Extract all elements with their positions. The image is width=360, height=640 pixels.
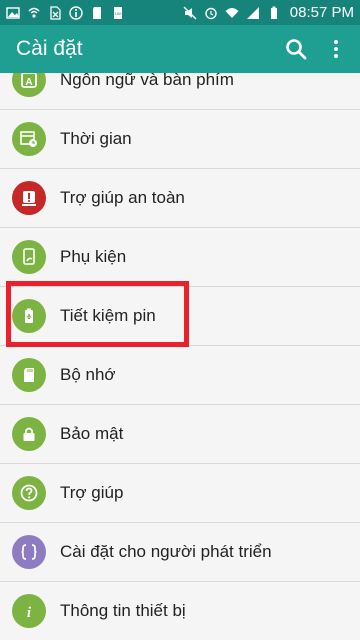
settings-item-label: Tiết kiệm pin <box>60 306 156 325</box>
settings-item-label: Bộ nhớ <box>60 365 116 384</box>
developer-icon <box>12 535 46 569</box>
svg-text:i: i <box>27 605 32 621</box>
settings-list-inner: A Ngôn ngữ và bàn phím Thời gian Trợ giúp a… <box>0 73 360 640</box>
settings-item[interactable]: Cài đặt cho người phát triển <box>0 523 360 582</box>
battery-icon <box>267 6 281 20</box>
status-bar-system: 08:57 PM <box>183 4 354 21</box>
settings-list[interactable]: A Ngôn ngữ và bàn phím Thời gian Trợ giúp a… <box>0 73 360 640</box>
settings-item[interactable]: i Thông tin thiết bị <box>0 582 360 640</box>
settings-item-label: Trợ giúp <box>60 483 124 502</box>
settings-item[interactable]: Phụ kiện <box>0 228 360 287</box>
settings-item[interactable]: Trợ giúp <box>0 464 360 523</box>
battery-saver-icon <box>12 299 46 333</box>
help-icon <box>12 476 46 510</box>
settings-item-label: Thông tin thiết bị <box>60 601 186 620</box>
settings-item-label: Cài đặt cho người phát triển <box>60 542 272 561</box>
mute-icon <box>183 6 197 20</box>
settings-item[interactable]: Trợ giúp an toàn <box>0 169 360 228</box>
info-icon: i <box>12 594 46 628</box>
settings-item-label: Phụ kiện <box>60 247 127 266</box>
settings-item[interactable]: Thời gian <box>0 110 360 169</box>
svg-text:100: 100 <box>115 11 122 16</box>
settings-item[interactable]: Tiết kiệm pin <box>0 287 360 346</box>
settings-item[interactable]: A Ngôn ngữ và bàn phím <box>0 73 360 110</box>
calendar-clock-icon <box>12 122 46 156</box>
settings-item-label: Trợ giúp an toàn <box>60 188 185 207</box>
accessory-icon <box>12 240 46 274</box>
status-bar-notifications: 100 <box>6 5 125 20</box>
language-icon: A <box>12 73 46 97</box>
settings-item-label: Thời gian <box>60 129 132 148</box>
storage-icon: 100 <box>111 6 125 20</box>
alarm-icon <box>204 6 218 20</box>
settings-item[interactable]: Bộ nhớ <box>0 346 360 405</box>
svg-text:A: A <box>25 77 32 88</box>
search-icon[interactable] <box>276 25 316 73</box>
image-icon <box>6 6 20 20</box>
app-bar: Cài đặt <box>0 25 360 73</box>
more-vert-icon[interactable] <box>316 25 356 73</box>
signal-icon <box>246 6 260 20</box>
status-bar: 100 08:57 PM <box>0 0 360 25</box>
settings-item-label: Ngôn ngữ và bàn phím <box>60 73 234 89</box>
lock-icon <box>12 417 46 451</box>
wifi-icon <box>225 6 239 20</box>
settings-item[interactable]: Bảo mật <box>0 405 360 464</box>
page-title: Cài đặt <box>16 37 83 60</box>
sd-card-icon <box>90 6 104 20</box>
status-time: 08:57 PM <box>289 4 354 21</box>
info-icon <box>69 5 83 20</box>
sd-card-icon <box>12 358 46 392</box>
settings-item-label: Bảo mật <box>60 424 124 443</box>
no-sim-icon <box>48 5 62 20</box>
alert-icon <box>12 181 46 215</box>
wifi-calling-icon <box>27 6 41 20</box>
